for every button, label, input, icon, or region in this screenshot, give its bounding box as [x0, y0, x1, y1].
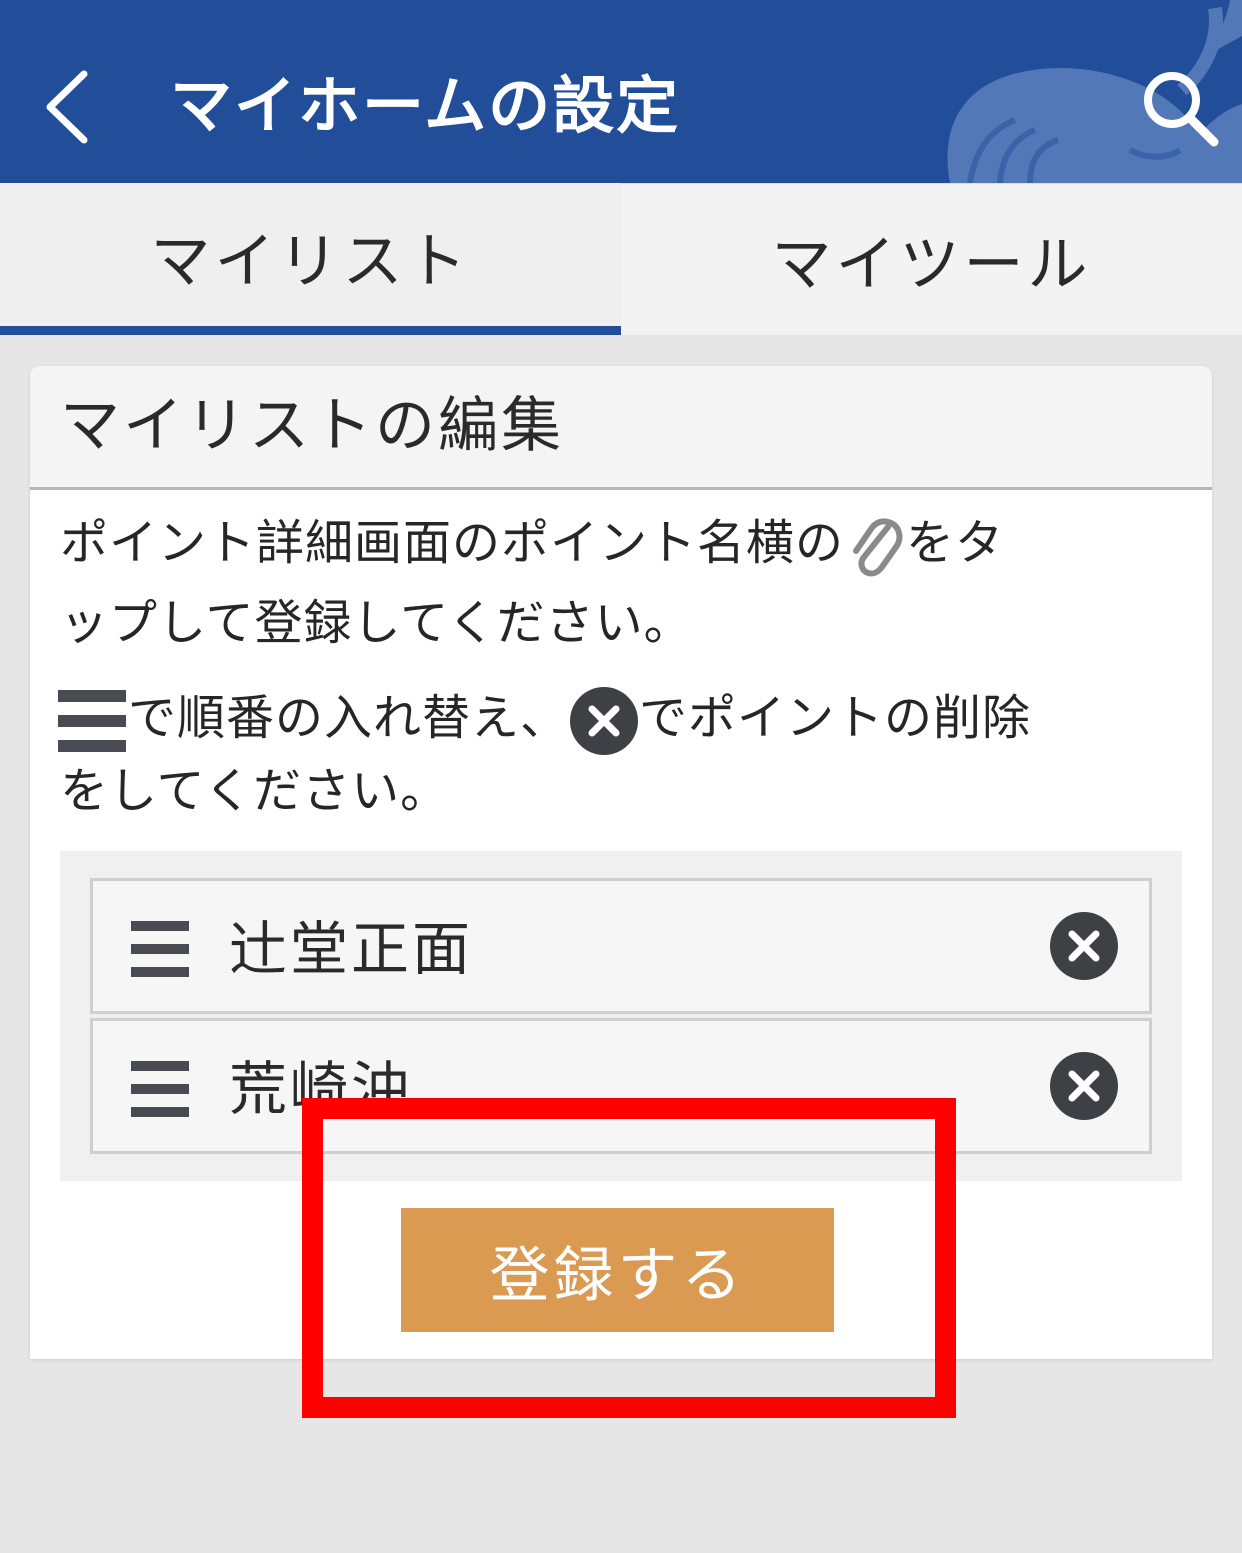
- tab-bar: マイリスト マイツール: [0, 183, 1242, 335]
- mylist-edit-card: マイリストの編集 ポイント詳細画面のポイント名横の をタ ップして登録してくださ…: [30, 366, 1212, 1359]
- delete-button[interactable]: [1049, 1051, 1119, 1121]
- instruction-line-3: で順番の入れ替え、 でポイントの削除: [58, 686, 1031, 756]
- instruction-text: ポイント詳細画面のポイント名横の: [60, 515, 845, 571]
- tab-mytools[interactable]: マイツール: [621, 183, 1242, 335]
- card-header: マイリストの編集: [30, 366, 1212, 490]
- back-button[interactable]: [30, 62, 110, 152]
- instruction-text: をタ: [906, 515, 1005, 571]
- instruction-line-2: ップして登録してください。: [60, 595, 693, 651]
- instruction-line-1: ポイント詳細画面のポイント名横の をタ: [60, 513, 1004, 579]
- drag-handle-icon[interactable]: [131, 1061, 189, 1117]
- instruction-text: で順番の入れ替え、: [128, 690, 570, 746]
- list-item-name: 荒崎沖: [229, 1055, 413, 1123]
- search-icon[interactable]: [1134, 62, 1226, 154]
- instruction-text: でポイントの削除: [639, 690, 1032, 746]
- register-button[interactable]: 登録する: [401, 1208, 834, 1332]
- paperclip-icon: [853, 518, 903, 577]
- list-item[interactable]: 辻堂正面: [90, 878, 1152, 1014]
- list-item-name: 辻堂正面: [229, 915, 474, 983]
- page-title: マイホームの設定: [170, 69, 681, 142]
- app-header: マイホームの設定: [0, 0, 1242, 183]
- mylist-list: 辻堂正面 荒崎沖: [60, 851, 1182, 1181]
- delete-button[interactable]: [1049, 911, 1119, 981]
- delete-circle-icon: [570, 687, 639, 755]
- drag-handle-icon: [58, 690, 126, 752]
- tab-mylist[interactable]: マイリスト: [0, 183, 621, 335]
- card-title: マイリストの編集: [60, 391, 564, 461]
- drag-handle-icon[interactable]: [131, 921, 189, 977]
- list-item[interactable]: 荒崎沖: [90, 1018, 1152, 1154]
- instruction-line-4: をしてください。: [60, 763, 450, 819]
